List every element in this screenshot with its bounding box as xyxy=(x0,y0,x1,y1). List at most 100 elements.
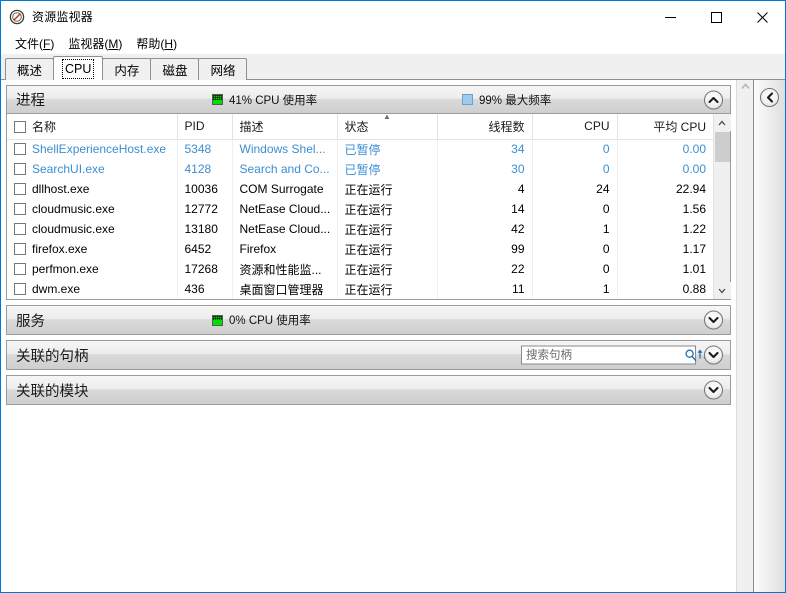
table-row[interactable]: perfmon.exe 17268 资源和性能监... 正在运行 22 0 1.… xyxy=(7,259,713,279)
cell-description: 资源和性能监... xyxy=(232,259,338,279)
processes-panel-header[interactable]: 进程 41% CPU 使用率 99% 最大频率 xyxy=(7,86,730,114)
cell-name: perfmon.exe xyxy=(7,259,178,279)
row-checkbox[interactable] xyxy=(14,203,26,215)
cell-threads: 42 xyxy=(437,219,533,239)
cell-status: 正在运行 xyxy=(337,259,438,279)
cell-description: 桌面窗口管理器 xyxy=(232,279,338,299)
search-input[interactable] xyxy=(522,346,684,364)
tab-network-label: 网络 xyxy=(210,64,236,78)
modules-panel-header[interactable]: 关联的模块 xyxy=(7,376,730,404)
scroll-up-button[interactable] xyxy=(713,114,731,131)
cell-status: 正在运行 xyxy=(337,239,438,259)
maximize-button[interactable] xyxy=(693,1,739,33)
table-row[interactable]: ShellExperienceHost.exe 5348 Windows She… xyxy=(7,139,713,159)
row-checkbox[interactable] xyxy=(14,243,26,255)
table-row[interactable]: firefox.exe 6452 Firefox 正在运行 99 0 1.17 xyxy=(7,239,713,259)
cell-threads: 11 xyxy=(437,279,533,299)
cell-pid: 436 xyxy=(177,279,233,299)
scrollbar-thumb[interactable] xyxy=(715,132,730,162)
column-header-pid-label: PID xyxy=(184,119,205,134)
cell-status: 正在运行 xyxy=(337,179,438,199)
column-header-name-label: 名称 xyxy=(32,119,57,134)
cell-pid: 17268 xyxy=(177,259,233,279)
row-checkbox[interactable] xyxy=(14,263,26,275)
cell-description: Windows Shel... xyxy=(232,139,338,159)
menu-monitor[interactable]: 监视器(M) xyxy=(61,33,129,54)
menu-monitor-label: 监视器 xyxy=(68,36,105,51)
content-scrollbar[interactable] xyxy=(736,80,753,592)
chevron-up-icon xyxy=(740,83,750,89)
processes-table-scrollbar[interactable] xyxy=(713,114,731,299)
cell-name-label: ShellExperienceHost.exe xyxy=(32,142,167,157)
cell-pid: 12772 xyxy=(177,199,233,219)
handles-panel-header[interactable]: 关联的句柄 xyxy=(7,341,730,369)
tab-overview-label: 概述 xyxy=(17,64,43,78)
minimize-button[interactable] xyxy=(647,1,693,33)
handle-search-box[interactable] xyxy=(521,345,709,365)
chevron-up-icon xyxy=(708,96,719,103)
column-header-description[interactable]: 描述 xyxy=(232,114,338,140)
cell-name: dwm.exe xyxy=(7,279,178,299)
cell-name: dllhost.exe xyxy=(7,179,178,199)
cell-name-label: dwm.exe xyxy=(32,282,81,296)
menu-file[interactable]: 文件(F) xyxy=(8,33,61,54)
column-header-status[interactable]: ▲ 状态 xyxy=(337,114,438,140)
tab-network[interactable]: 网络 xyxy=(198,58,248,80)
expand-side-panel-button[interactable] xyxy=(760,88,779,107)
cell-cpu: 1 xyxy=(532,219,618,239)
select-all-checkbox[interactable] xyxy=(14,120,26,133)
table-row[interactable]: dwm.exe 436 桌面窗口管理器 正在运行 11 1 0.88 xyxy=(7,279,713,299)
menu-help-label: 帮助 xyxy=(136,36,161,51)
services-panel-header[interactable]: 服务 0% CPU 使用率 xyxy=(7,306,730,334)
row-checkbox[interactable] xyxy=(14,223,26,235)
tab-disk[interactable]: 磁盘 xyxy=(150,58,200,80)
table-row[interactable]: cloudmusic.exe 12772 NetEase Cloud... 正在… xyxy=(7,199,713,219)
column-header-name[interactable]: 名称 xyxy=(7,114,178,140)
cell-pid: 4128 xyxy=(177,159,233,179)
table-row[interactable]: SearchUI.exe 4128 Search and Co... 已暂停 3… xyxy=(7,159,713,179)
processes-collapse-button[interactable] xyxy=(704,90,723,109)
cell-avg-cpu: 0.00 xyxy=(682,142,706,157)
menu-file-label: 文件 xyxy=(15,36,40,51)
tab-overview[interactable]: 概述 xyxy=(5,58,55,80)
column-header-pid[interactable]: PID xyxy=(177,114,233,140)
modules-expand-button[interactable] xyxy=(704,380,723,400)
close-button[interactable] xyxy=(739,1,785,33)
cell-threads: 99 xyxy=(437,239,533,259)
chevron-up-icon xyxy=(718,120,726,125)
resource-monitor-icon xyxy=(9,9,25,25)
chevron-down-icon xyxy=(718,288,726,293)
search-button[interactable] xyxy=(684,347,697,364)
handles-expand-button[interactable] xyxy=(704,345,723,365)
cell-threads: 30 xyxy=(437,159,533,179)
cell-description: Firefox xyxy=(232,239,338,259)
panel-stack: 进程 41% CPU 使用率 99% 最大频率 名称 PID 描述 ▲ 状态 线… xyxy=(1,80,736,592)
title-bar: 资源监视器 xyxy=(1,0,785,32)
table-row[interactable]: cloudmusic.exe 13180 NetEase Cloud... 正在… xyxy=(7,219,713,239)
table-row[interactable]: dllhost.exe 10036 COM Surrogate 正在运行 4 2… xyxy=(7,179,713,199)
window-controls xyxy=(647,1,785,33)
column-header-avg-cpu-label: 平均 CPU xyxy=(653,119,706,134)
services-expand-button[interactable] xyxy=(704,310,723,330)
scroll-down-button[interactable] xyxy=(713,282,731,299)
tab-memory[interactable]: 内存 xyxy=(102,58,152,80)
processes-cpu-usage-label: 41% CPU 使用率 xyxy=(229,94,318,107)
services-panel: 服务 0% CPU 使用率 xyxy=(6,305,731,335)
row-checkbox[interactable] xyxy=(14,283,26,295)
row-checkbox[interactable] xyxy=(14,143,26,156)
tab-cpu[interactable]: CPU xyxy=(53,56,104,80)
content-scroll-up-icon[interactable] xyxy=(740,82,750,92)
cell-description: Search and Co... xyxy=(232,159,338,179)
processes-table-rows: ShellExperienceHost.exe 5348 Windows She… xyxy=(7,139,713,299)
column-header-threads[interactable]: 线程数 xyxy=(437,114,533,140)
processes-table: 名称 PID 描述 ▲ 状态 线程数 CPU 平均 CPU ShellExper… xyxy=(7,114,713,299)
processes-max-frequency-label: 99% 最大频率 xyxy=(479,94,552,107)
row-checkbox[interactable] xyxy=(14,163,26,175)
row-checkbox[interactable] xyxy=(14,183,26,195)
menu-monitor-accel: M xyxy=(108,36,119,51)
column-header-cpu[interactable]: CPU xyxy=(532,114,618,140)
column-header-avg-cpu[interactable]: 平均 CPU xyxy=(617,114,713,140)
menu-help[interactable]: 帮助(H) xyxy=(129,33,184,54)
cell-name-label: dllhost.exe xyxy=(32,182,90,196)
cell-avg-cpu: 0.88 xyxy=(682,282,706,296)
